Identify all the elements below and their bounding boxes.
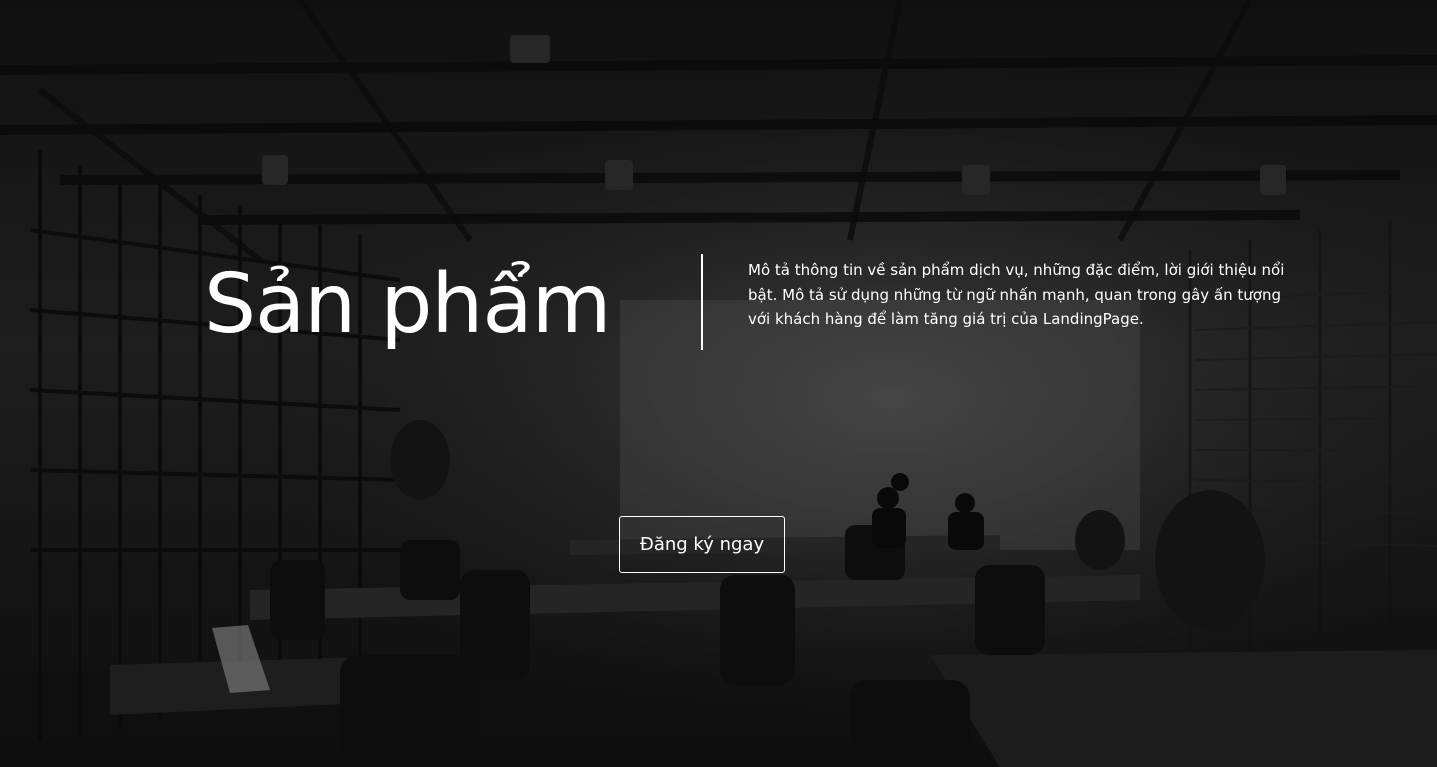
hero-title: Sản phẩm xyxy=(204,257,611,352)
vertical-divider xyxy=(701,254,703,350)
hero-section: Sản phẩm Mô tả thông tin về sản phẩm dịc… xyxy=(0,0,1437,767)
register-now-button[interactable]: Đăng ký ngay xyxy=(619,516,785,573)
hero-description: Mô tả thông tin về sản phẩm dịch vụ, nhữ… xyxy=(748,261,1285,328)
dark-overlay xyxy=(0,0,1437,767)
